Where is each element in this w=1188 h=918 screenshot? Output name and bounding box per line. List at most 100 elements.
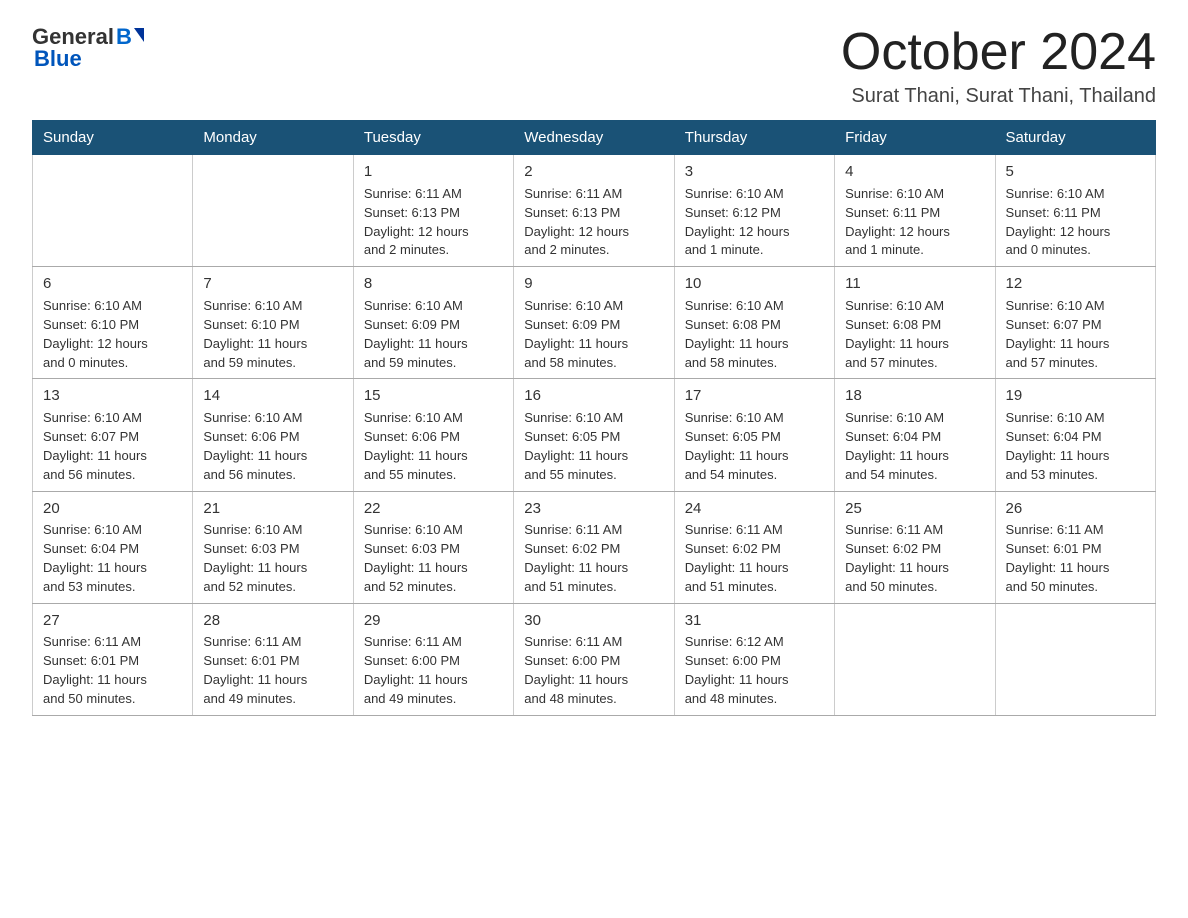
calendar-day-header: Sunday (33, 121, 193, 155)
day-number: 6 (43, 273, 182, 295)
calendar-day-header: Thursday (674, 121, 834, 155)
day-info: Sunrise: 6:10 AMSunset: 6:11 PMDaylight:… (1006, 185, 1145, 260)
calendar-week-row: 1Sunrise: 6:11 AMSunset: 6:13 PMDaylight… (33, 155, 1156, 267)
calendar-cell: 16Sunrise: 6:10 AMSunset: 6:05 PMDayligh… (514, 379, 674, 491)
calendar-day-header: Saturday (995, 121, 1155, 155)
day-info: Sunrise: 6:10 AMSunset: 6:07 PMDaylight:… (1006, 297, 1145, 372)
calendar-cell: 20Sunrise: 6:10 AMSunset: 6:04 PMDayligh… (33, 491, 193, 603)
calendar-cell: 2Sunrise: 6:11 AMSunset: 6:13 PMDaylight… (514, 155, 674, 267)
page-header: General B Blue October 2024 Surat Thani,… (32, 24, 1156, 108)
day-number: 14 (203, 385, 342, 407)
logo-triangle-icon (134, 28, 144, 42)
day-number: 3 (685, 161, 824, 183)
day-info: Sunrise: 6:10 AMSunset: 6:10 PMDaylight:… (203, 297, 342, 372)
day-number: 7 (203, 273, 342, 295)
day-number: 29 (364, 610, 503, 632)
day-number: 27 (43, 610, 182, 632)
day-info: Sunrise: 6:10 AMSunset: 6:04 PMDaylight:… (1006, 409, 1145, 484)
day-info: Sunrise: 6:10 AMSunset: 6:07 PMDaylight:… (43, 409, 182, 484)
day-number: 12 (1006, 273, 1145, 295)
calendar-cell: 8Sunrise: 6:10 AMSunset: 6:09 PMDaylight… (353, 267, 513, 379)
calendar-table: SundayMondayTuesdayWednesdayThursdayFrid… (32, 120, 1156, 716)
day-number: 19 (1006, 385, 1145, 407)
day-info: Sunrise: 6:10 AMSunset: 6:04 PMDaylight:… (43, 521, 182, 596)
day-number: 31 (685, 610, 824, 632)
day-info: Sunrise: 6:11 AMSunset: 6:13 PMDaylight:… (524, 185, 663, 260)
day-number: 1 (364, 161, 503, 183)
calendar-cell: 15Sunrise: 6:10 AMSunset: 6:06 PMDayligh… (353, 379, 513, 491)
calendar-cell: 4Sunrise: 6:10 AMSunset: 6:11 PMDaylight… (835, 155, 995, 267)
day-number: 9 (524, 273, 663, 295)
day-info: Sunrise: 6:10 AMSunset: 6:06 PMDaylight:… (203, 409, 342, 484)
calendar-cell: 5Sunrise: 6:10 AMSunset: 6:11 PMDaylight… (995, 155, 1155, 267)
calendar-cell: 10Sunrise: 6:10 AMSunset: 6:08 PMDayligh… (674, 267, 834, 379)
day-info: Sunrise: 6:10 AMSunset: 6:11 PMDaylight:… (845, 185, 984, 260)
calendar-week-row: 20Sunrise: 6:10 AMSunset: 6:04 PMDayligh… (33, 491, 1156, 603)
calendar-cell: 28Sunrise: 6:11 AMSunset: 6:01 PMDayligh… (193, 603, 353, 715)
day-info: Sunrise: 6:11 AMSunset: 6:02 PMDaylight:… (685, 521, 824, 596)
day-number: 22 (364, 498, 503, 520)
day-number: 18 (845, 385, 984, 407)
day-info: Sunrise: 6:10 AMSunset: 6:03 PMDaylight:… (203, 521, 342, 596)
day-number: 2 (524, 161, 663, 183)
day-info: Sunrise: 6:10 AMSunset: 6:03 PMDaylight:… (364, 521, 503, 596)
calendar-cell (33, 155, 193, 267)
calendar-cell: 26Sunrise: 6:11 AMSunset: 6:01 PMDayligh… (995, 491, 1155, 603)
calendar-cell: 24Sunrise: 6:11 AMSunset: 6:02 PMDayligh… (674, 491, 834, 603)
day-info: Sunrise: 6:10 AMSunset: 6:08 PMDaylight:… (845, 297, 984, 372)
day-number: 20 (43, 498, 182, 520)
day-info: Sunrise: 6:11 AMSunset: 6:13 PMDaylight:… (364, 185, 503, 260)
month-title: October 2024 (841, 24, 1156, 81)
day-number: 17 (685, 385, 824, 407)
location-title: Surat Thani, Surat Thani, Thailand (841, 85, 1156, 108)
day-number: 8 (364, 273, 503, 295)
day-number: 25 (845, 498, 984, 520)
day-number: 13 (43, 385, 182, 407)
calendar-cell: 31Sunrise: 6:12 AMSunset: 6:00 PMDayligh… (674, 603, 834, 715)
day-number: 21 (203, 498, 342, 520)
day-info: Sunrise: 6:10 AMSunset: 6:06 PMDaylight:… (364, 409, 503, 484)
logo-blue-text: B (116, 24, 132, 50)
calendar-cell: 19Sunrise: 6:10 AMSunset: 6:04 PMDayligh… (995, 379, 1155, 491)
calendar-week-row: 6 Sunrise: 6:10 AMSunset: 6:10 PMDaylight… (33, 267, 1156, 379)
calendar-cell: 12Sunrise: 6:10 AMSunset: 6:07 PMDayligh… (995, 267, 1155, 379)
day-number: 5 (1006, 161, 1145, 183)
day-number: 28 (203, 610, 342, 632)
day-info: Sunrise: 6:10 AMSunset: 6:04 PMDaylight:… (845, 409, 984, 484)
day-info: Sunrise: 6:11 AMSunset: 6:01 PMDaylight:… (203, 633, 342, 708)
calendar-header-row: SundayMondayTuesdayWednesdayThursdayFrid… (33, 121, 1156, 155)
calendar-cell: 7Sunrise: 6:10 AMSunset: 6:10 PMDaylight… (193, 267, 353, 379)
day-info: Sunrise: 6:10 AMSunset: 6:09 PMDaylight:… (364, 297, 503, 372)
day-number: 11 (845, 273, 984, 295)
calendar-day-header: Wednesday (514, 121, 674, 155)
calendar-cell: 30Sunrise: 6:11 AMSunset: 6:00 PMDayligh… (514, 603, 674, 715)
calendar-cell: 14Sunrise: 6:10 AMSunset: 6:06 PMDayligh… (193, 379, 353, 491)
calendar-day-header: Tuesday (353, 121, 513, 155)
calendar-day-header: Friday (835, 121, 995, 155)
day-info: Sunrise: 6:11 AMSunset: 6:00 PMDaylight:… (364, 633, 503, 708)
day-info: Sunrise: 6:11 AMSunset: 6:02 PMDaylight:… (845, 521, 984, 596)
calendar-cell: 23Sunrise: 6:11 AMSunset: 6:02 PMDayligh… (514, 491, 674, 603)
calendar-cell (193, 155, 353, 267)
title-section: October 2024 Surat Thani, Surat Thani, T… (841, 24, 1156, 108)
calendar-cell: 17Sunrise: 6:10 AMSunset: 6:05 PMDayligh… (674, 379, 834, 491)
calendar-cell: 25Sunrise: 6:11 AMSunset: 6:02 PMDayligh… (835, 491, 995, 603)
day-number: 4 (845, 161, 984, 183)
calendar-week-row: 27Sunrise: 6:11 AMSunset: 6:01 PMDayligh… (33, 603, 1156, 715)
day-info: Sunrise: 6:11 AMSunset: 6:02 PMDaylight:… (524, 521, 663, 596)
day-info: Sunrise: 6:12 AMSunset: 6:00 PMDaylight:… (685, 633, 824, 708)
day-info: Sunrise: 6:11 AMSunset: 6:01 PMDaylight:… (43, 633, 182, 708)
day-number: 15 (364, 385, 503, 407)
day-number: 30 (524, 610, 663, 632)
calendar-cell: 11Sunrise: 6:10 AMSunset: 6:08 PMDayligh… (835, 267, 995, 379)
day-info: Sunrise: 6:10 AMSunset: 6:08 PMDaylight:… (685, 297, 824, 372)
calendar-cell (835, 603, 995, 715)
day-info: Sunrise: 6:10 AMSunset: 6:12 PMDaylight:… (685, 185, 824, 260)
calendar-cell: 22Sunrise: 6:10 AMSunset: 6:03 PMDayligh… (353, 491, 513, 603)
logo-blue-line: Blue (32, 46, 82, 72)
calendar-cell: 6Sunrise: 6:10 AMSunset: 6:10 PMDaylight… (33, 267, 193, 379)
day-info: Sunrise: 6:10 AMSunset: 6:05 PMDaylight:… (685, 409, 824, 484)
day-info: Sunrise: 6:11 AMSunset: 6:01 PMDaylight:… (1006, 521, 1145, 596)
calendar-cell: 21Sunrise: 6:10 AMSunset: 6:03 PMDayligh… (193, 491, 353, 603)
calendar-cell: 13Sunrise: 6:10 AMSunset: 6:07 PMDayligh… (33, 379, 193, 491)
